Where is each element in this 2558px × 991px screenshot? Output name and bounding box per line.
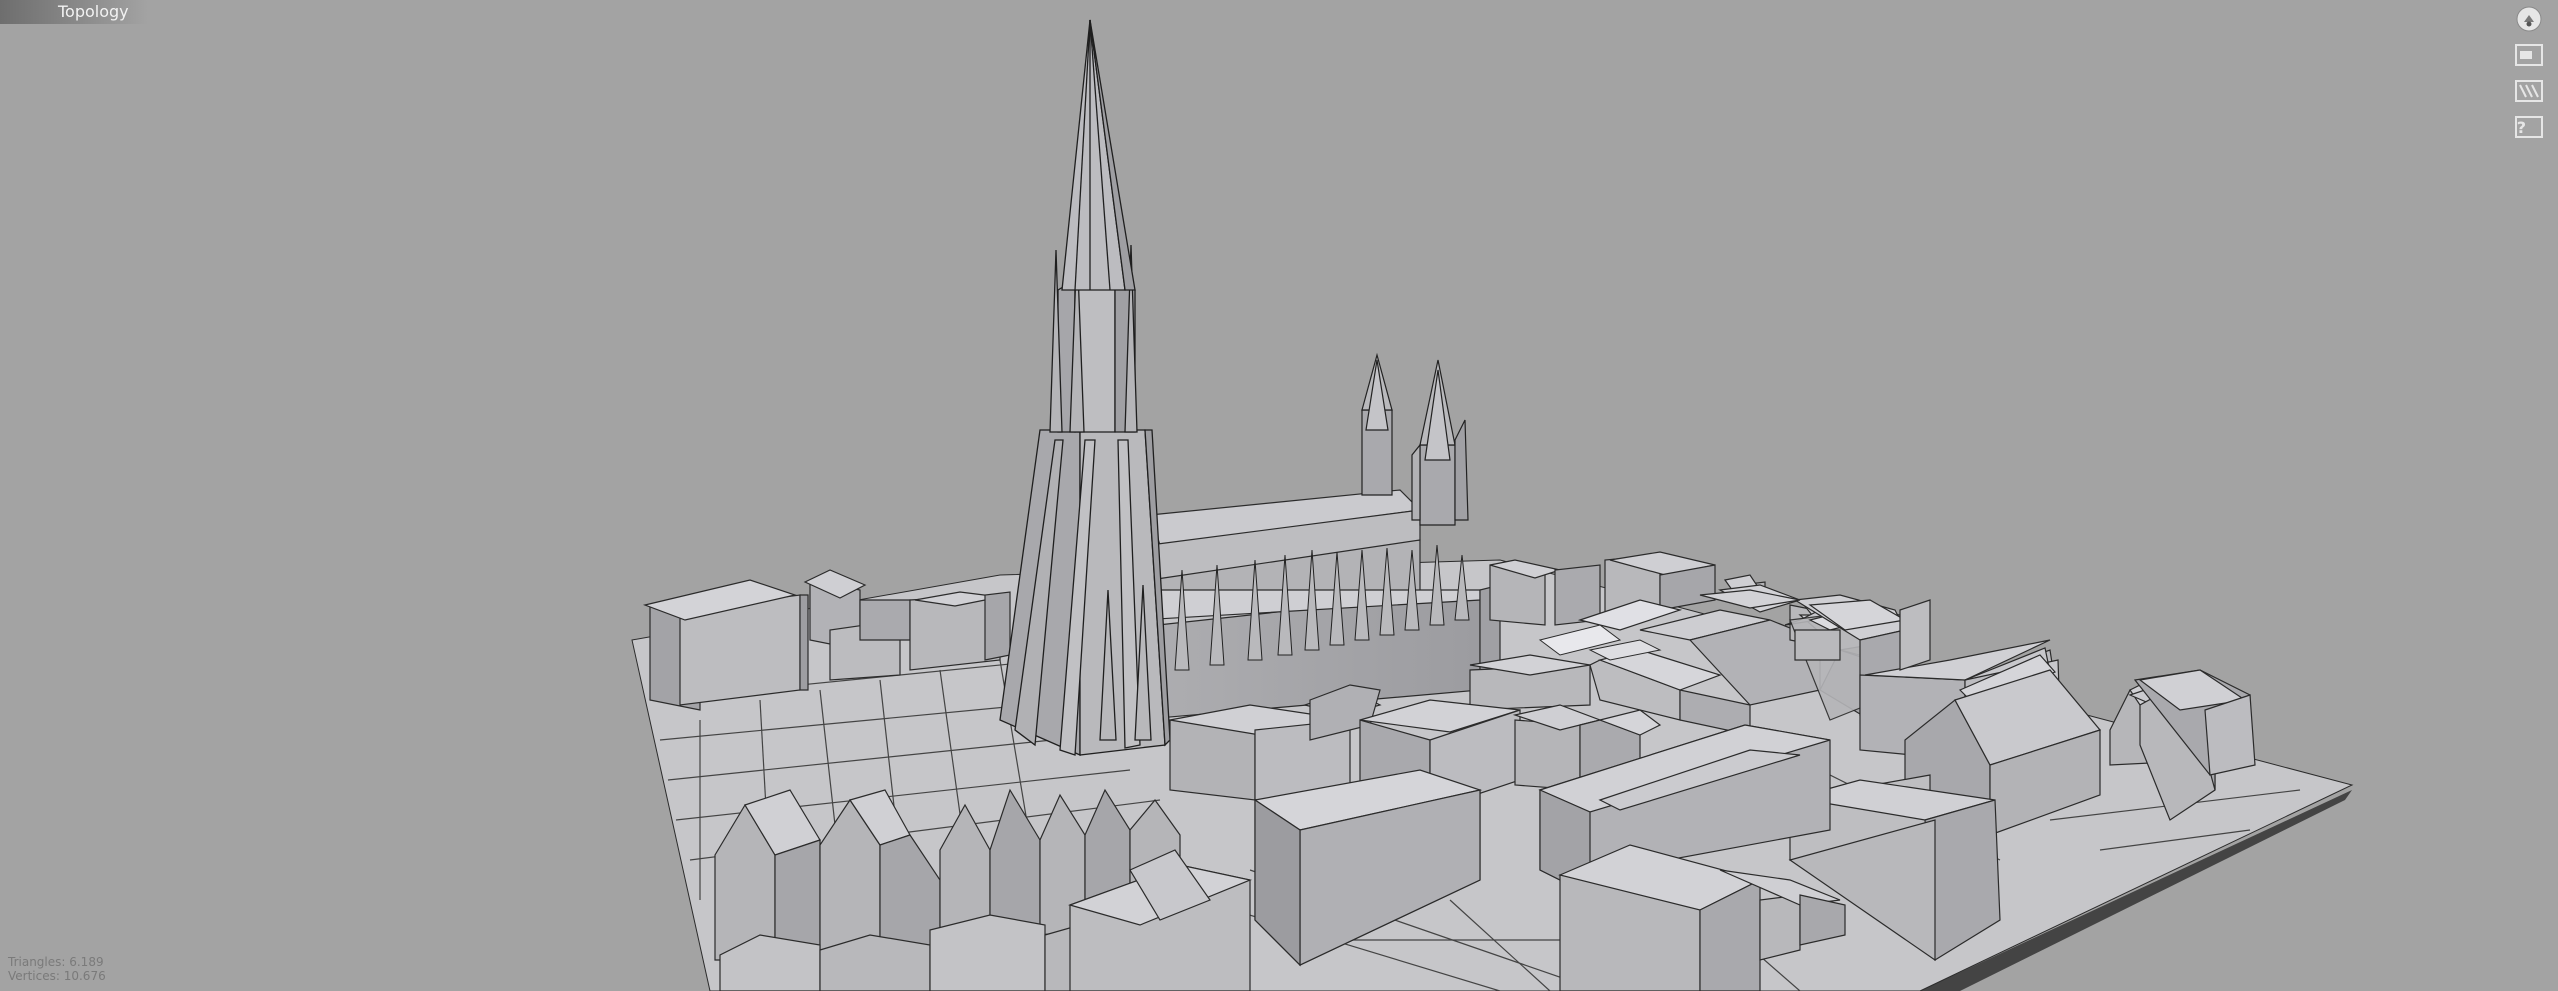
help-label: ? <box>2516 118 2526 137</box>
view-title: Topology <box>0 0 148 24</box>
vertex-count: Vertices: 10.676 <box>8 969 106 983</box>
view-orientation-button[interactable] <box>2512 4 2546 34</box>
main-tower <box>999 19 1171 756</box>
view-orientation-icon <box>2516 6 2542 32</box>
triangle-count: Triangles: 6.189 <box>8 955 104 969</box>
render-stats: Triangles: 6.189 Vertices: 10.676 <box>8 955 106 983</box>
3d-viewport[interactable] <box>0 0 2558 991</box>
display-mode-icon <box>2515 44 2543 66</box>
help-button[interactable]: ? <box>2512 112 2546 142</box>
shading-button[interactable] <box>2512 76 2546 106</box>
hatch-icon <box>2515 80 2543 102</box>
display-mode-button[interactable] <box>2512 40 2546 70</box>
viewport-toolbar: ? <box>2512 4 2548 148</box>
